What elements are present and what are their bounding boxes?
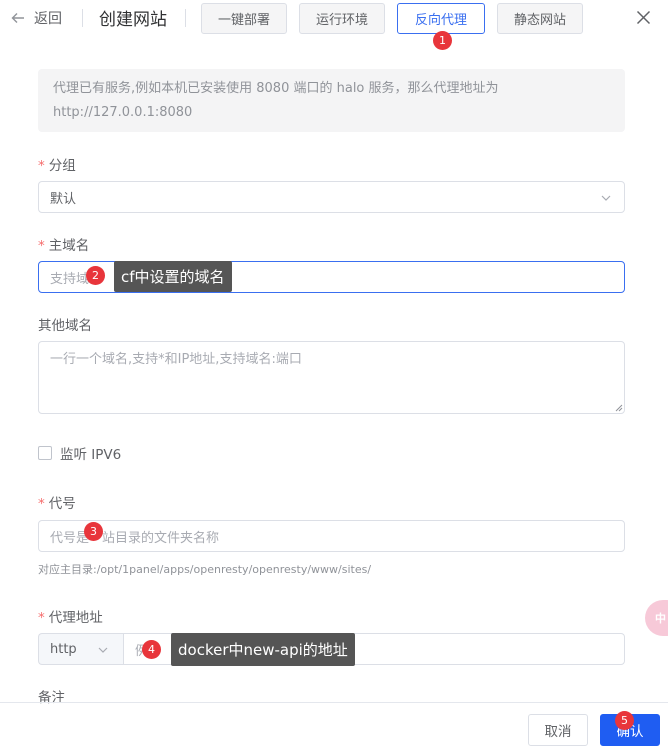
required-mark: * — [38, 610, 45, 626]
tab-runtime-env[interactable]: 运行环境 — [299, 3, 385, 34]
alias-input-placeholder-tail: 站目录的文件夹名称 — [102, 530, 220, 546]
annotation-badge-5: 5 — [615, 711, 634, 730]
annotation-badge-4: 4 — [142, 640, 161, 659]
other-domains-label: 其他域名 — [38, 318, 92, 334]
remark-label: 备注 — [38, 690, 65, 706]
alias-label: * 代号 — [38, 492, 76, 512]
divider — [185, 9, 186, 27]
other-domains-textarea[interactable]: 一行一个域名,支持*和IP地址,支持域名:端口 — [38, 341, 625, 414]
tab-reverse-proxy[interactable]: 反向代理 — [397, 3, 485, 34]
alias-label-text: 代号 — [48, 496, 76, 512]
close-button[interactable] — [636, 10, 651, 29]
chevron-down-icon — [98, 647, 108, 653]
chevron-down-icon — [601, 195, 611, 201]
side-widget-text: 中 — [655, 612, 666, 625]
required-mark: * — [38, 238, 45, 254]
proxy-label: * 代理地址 — [38, 606, 103, 626]
tab-one-click-deploy[interactable]: 一键部署 — [201, 3, 287, 34]
ipv6-checkbox-row[interactable]: 监听 IPV6 — [38, 443, 121, 463]
proxy-label-text: 代理地址 — [48, 610, 103, 626]
group-label: * 分组 — [38, 154, 76, 174]
info-notice: 代理已有服务,例如本机已安装使用 8080 端口的 halo 服务，那么代理地址… — [38, 69, 625, 132]
alias-input[interactable]: 代号是 站目录的文件夹名称 — [38, 520, 625, 552]
ipv6-checkbox[interactable] — [38, 446, 52, 460]
protocol-select-value: http — [50, 641, 77, 657]
protocol-select[interactable]: http — [38, 633, 124, 665]
required-mark: * — [38, 158, 45, 174]
page-title: 创建网站 — [99, 10, 167, 30]
annotation-tooltip-proxy: docker中new-api的地址 — [171, 633, 355, 666]
group-select-value: 默认 — [50, 191, 77, 207]
domain-label: * 主域名 — [38, 234, 89, 254]
tab-static-site[interactable]: 静态网站 — [497, 3, 583, 34]
resize-handle-icon[interactable] — [615, 404, 623, 412]
other-domains-placeholder: 一行一个域名,支持*和IP地址,支持域名:端口 — [50, 352, 302, 367]
back-button[interactable]: 返回 — [11, 8, 62, 28]
footer-divider — [0, 702, 668, 703]
divider — [82, 9, 83, 27]
back-label: 返回 — [34, 11, 62, 27]
domain-label-text: 主域名 — [48, 238, 90, 254]
side-float-widget[interactable]: 中 — [645, 600, 668, 636]
annotation-badge-3: 3 — [84, 522, 103, 541]
group-label-text: 分组 — [48, 158, 76, 174]
header: 返回 创建网站 一键部署 运行环境 反向代理 静态网站 — [0, 0, 668, 36]
arrow-left-icon — [11, 13, 24, 23]
group-select[interactable]: 默认 — [38, 181, 625, 213]
close-icon — [636, 10, 651, 25]
cancel-button[interactable]: 取消 — [528, 714, 588, 746]
domain-input-placeholder: 支持域 — [50, 271, 90, 287]
annotation-tooltip-domain: cf中设置的域名 — [114, 261, 232, 292]
ipv6-label: 监听 IPV6 — [60, 447, 122, 463]
required-mark: * — [38, 496, 45, 512]
alias-hint: 对应主目录:/opt/1panel/apps/openresty/openres… — [38, 563, 372, 576]
annotation-badge-2: 2 — [86, 266, 105, 285]
annotation-badge-1: 1 — [433, 31, 452, 50]
